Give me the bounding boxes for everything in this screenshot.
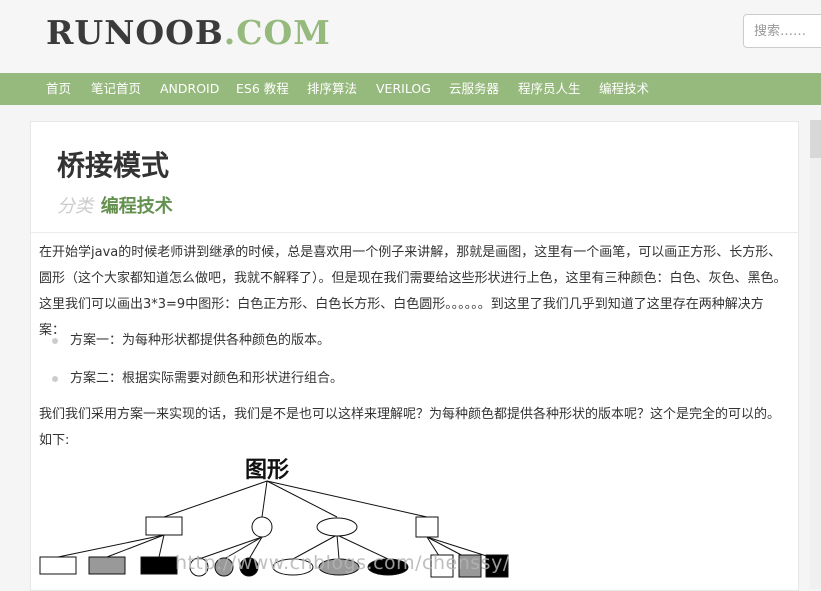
node-rectangle: [145, 516, 183, 536]
paragraph-intro: 在开始学java的时候老师讲到继承的时候，总是喜欢用一个例子来讲解，那就是画图，…: [39, 245, 787, 338]
article-category: 分类 编程技术: [57, 192, 173, 218]
category-label: 分类: [57, 196, 93, 217]
main-nav: 首页 笔记首页 ANDROID ES6 教程 排序算法 VERILOG 云服务器…: [0, 73, 821, 105]
node-square: [415, 516, 439, 538]
node-ellipse: [316, 517, 358, 537]
logo-main-text: RUNOOB: [46, 13, 224, 52]
nav-item-notes[interactable]: 笔记首页: [91, 73, 141, 105]
article-card: 桥接模式 分类 编程技术 在开始学java的时候老师讲到继承的时候，总是喜欢用一…: [30, 121, 799, 591]
nav-item-home[interactable]: 首页: [46, 73, 71, 105]
bullet-icon: [52, 338, 58, 344]
search-input[interactable]: [743, 14, 821, 48]
nav-item-es6[interactable]: ES6 教程: [236, 73, 289, 105]
list-item-text: 方案一：为每种形状都提供各种颜色的版本。: [70, 333, 331, 348]
paragraph-approach: 我们我们采用方案一来实现的话，我们是不是也可以这样来理解呢？为每种颜色都提供各种…: [39, 407, 781, 448]
leaf-black-rectangle: [140, 556, 178, 575]
image-watermark: http://www.cnblogs.com/chenssy/: [175, 552, 510, 574]
article-title: 桥接模式: [57, 149, 170, 182]
leaf-white-rectangle: [39, 556, 77, 575]
bullet-icon: [52, 376, 58, 382]
node-circle: [251, 516, 273, 538]
scrollbar-thumb[interactable]: [810, 120, 821, 158]
list-item: 方案一：为每种形状都提供各种颜色的版本。: [39, 322, 787, 360]
nav-item-cloud[interactable]: 云服务器: [449, 73, 499, 105]
nav-item-sorting[interactable]: 排序算法: [307, 73, 357, 105]
nav-item-life[interactable]: 程序员人生: [518, 73, 581, 105]
page-scrollbar[interactable]: [810, 120, 821, 589]
article-content: 在开始学java的时候老师讲到继承的时候，总是喜欢用一个例子来讲解，那就是画图，…: [39, 240, 787, 454]
diagram-title: 图形: [245, 458, 289, 483]
list-item: 方案二：根据实际需要对颜色和形状进行组合。: [39, 360, 787, 398]
site-header: RUNOOB.COM: [0, 0, 821, 73]
title-divider: [31, 232, 798, 233]
nav-item-verilog[interactable]: VERILOG: [376, 73, 431, 105]
logo-suffix-text: .COM: [223, 13, 331, 52]
nav-item-android[interactable]: ANDROID: [160, 73, 219, 105]
leaf-gray-rectangle: [88, 556, 126, 575]
list-item-text: 方案二：根据实际需要对颜色和形状进行组合。: [70, 371, 344, 386]
category-link[interactable]: 编程技术: [101, 196, 173, 217]
solution-list: 方案一：为每种形状都提供各种颜色的版本。 方案二：根据实际需要对颜色和形状进行组…: [39, 322, 787, 398]
site-logo[interactable]: RUNOOB.COM: [46, 13, 331, 53]
nav-item-tech[interactable]: 编程技术: [599, 73, 649, 105]
